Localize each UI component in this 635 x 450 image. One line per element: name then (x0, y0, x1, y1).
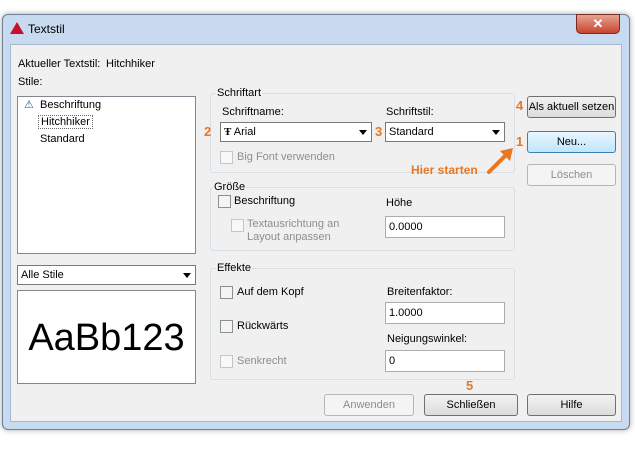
chevron-down-icon (183, 273, 191, 278)
size-group-title: Größe (213, 181, 247, 193)
annotative-checkbox[interactable] (218, 195, 231, 208)
chevron-down-icon (359, 130, 367, 135)
height-input[interactable]: 0.0000 (385, 216, 505, 238)
upside-down-checkbox[interactable] (220, 286, 233, 299)
help-button[interactable]: Hilfe (527, 394, 616, 416)
truetype-icon: Ŧ (224, 126, 232, 138)
match-orientation-label: Textausrichtung an Layout anpassen (247, 218, 340, 243)
annotative-label: Beschriftung (234, 195, 296, 207)
set-current-button[interactable]: Als aktuell setzen (527, 96, 616, 118)
apply-button[interactable]: Anwenden (324, 394, 414, 416)
annotative-icon: ⚠ (24, 99, 34, 111)
width-factor-input[interactable]: 1.0000 (385, 302, 505, 324)
annotation-number-2: 2 (204, 124, 212, 139)
font-group-title: Schriftart (216, 87, 263, 99)
vertical-checkbox[interactable] (220, 355, 233, 368)
upside-down-label: Auf dem Kopf (237, 286, 304, 298)
close-dialog-button[interactable]: Schließen (424, 394, 518, 416)
font-name-value: Arial (233, 126, 256, 138)
backwards-checkbox[interactable] (220, 320, 233, 333)
window-title: Textstil (28, 22, 65, 36)
autocad-icon (10, 22, 24, 34)
style-item-hitchhiker[interactable]: Hitchhiker (38, 115, 93, 129)
chevron-down-icon (492, 130, 500, 135)
start-hint-label: Hier starten (411, 163, 478, 177)
height-label: Höhe (386, 197, 413, 209)
current-style-label: Aktueller Textstil: (18, 58, 101, 70)
delete-style-button[interactable]: Löschen (527, 164, 616, 186)
font-style-label: Schriftstil: (386, 106, 434, 118)
font-style-select[interactable]: Standard (385, 122, 505, 142)
match-orientation-checkbox[interactable] (231, 219, 244, 232)
annotation-number-5: 5 (466, 378, 474, 393)
font-name-select[interactable]: Ŧ Arial (220, 122, 372, 142)
font-name-label: Schriftname: (222, 106, 284, 118)
width-factor-label: Breitenfaktor: (387, 286, 453, 298)
bigfont-label: Big Font verwenden (237, 151, 335, 163)
annotation-number-3: 3 (375, 124, 383, 139)
backwards-label: Rückwärts (237, 320, 289, 332)
effects-group-title: Effekte (216, 262, 253, 274)
font-style-value: Standard (389, 126, 434, 138)
start-arrow-icon (487, 148, 513, 174)
annotation-number-1: 1 (516, 134, 524, 149)
preview-box: AaBb123 (17, 290, 196, 384)
style-filter-select[interactable]: Alle Stile (17, 265, 196, 285)
bigfont-checkbox[interactable] (220, 151, 233, 164)
close-window-button[interactable]: ✕ (576, 14, 620, 34)
style-filter-value: Alle Stile (21, 269, 64, 281)
new-style-button[interactable]: Neu... (527, 131, 616, 153)
oblique-angle-input[interactable]: 0 (385, 350, 505, 372)
styles-label: Stile: (18, 76, 43, 88)
style-item-beschriftung[interactable]: Beschriftung (40, 99, 101, 111)
current-style-value: Hitchhiker (106, 58, 155, 70)
vertical-label: Senkrecht (237, 355, 287, 367)
annotation-number-4: 4 (516, 98, 524, 113)
style-item-standard[interactable]: Standard (40, 133, 85, 145)
oblique-angle-label: Neigungswinkel: (387, 333, 468, 345)
